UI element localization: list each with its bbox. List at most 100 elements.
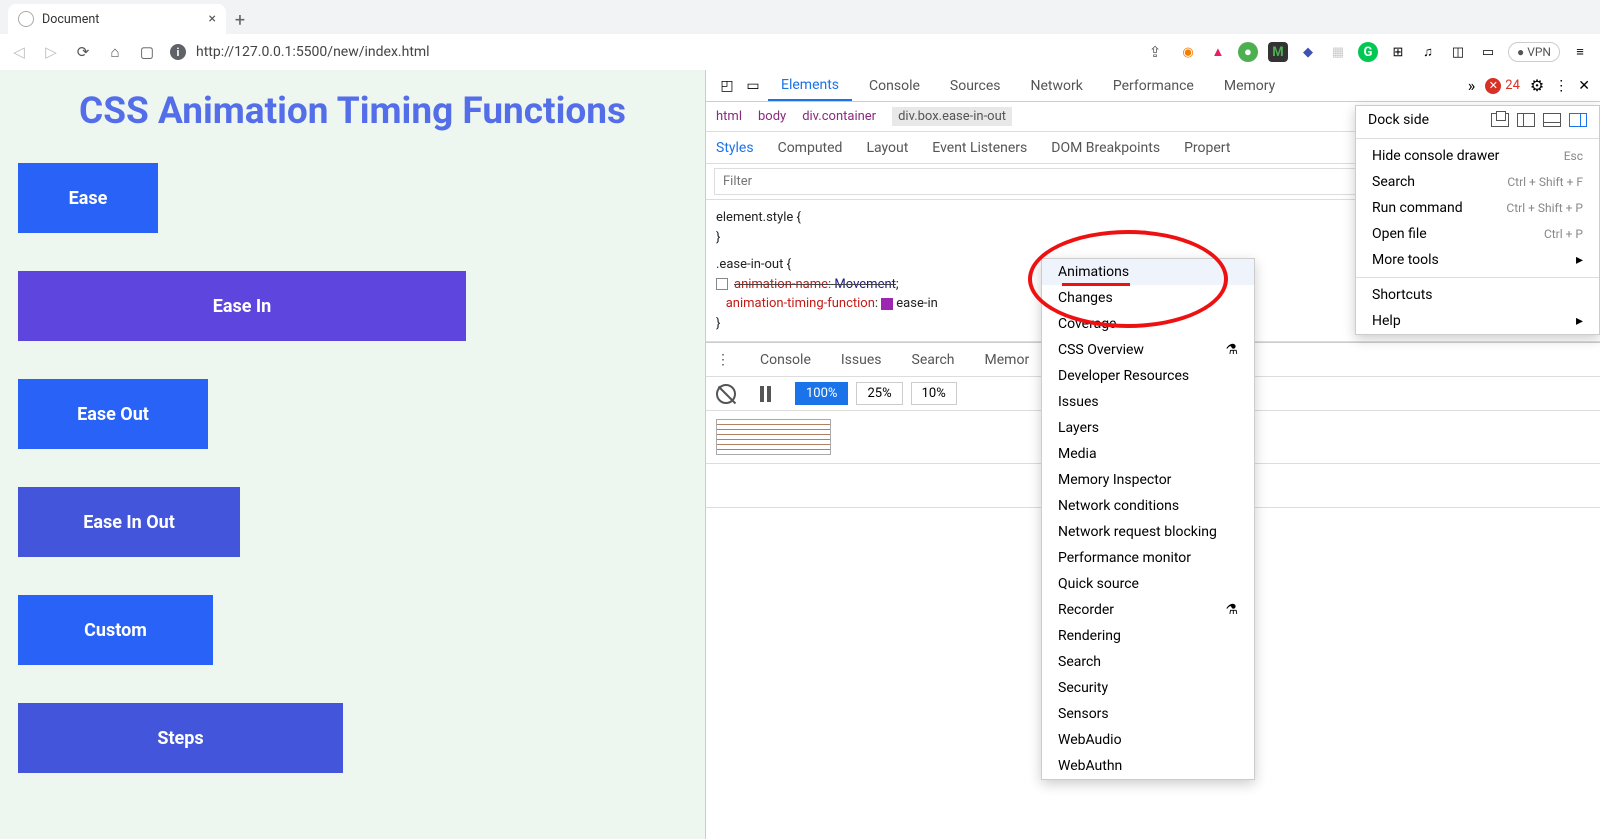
menu-open-file[interactable]: Open fileCtrl + P bbox=[1356, 221, 1599, 247]
speed-25-button[interactable]: 25% bbox=[856, 382, 902, 405]
devtools-menu-icon[interactable]: ⋮ bbox=[1554, 78, 1568, 94]
menu-dev-resources[interactable]: Developer Resources bbox=[1042, 363, 1254, 389]
info-icon[interactable]: i bbox=[170, 44, 186, 60]
menu-search[interactable]: Search bbox=[1042, 649, 1254, 675]
vpn-badge[interactable]: ● VPN bbox=[1508, 42, 1560, 62]
chevron-right-icon: ▸ bbox=[1576, 313, 1583, 329]
menu-memory-inspector[interactable]: Memory Inspector bbox=[1042, 467, 1254, 493]
menu-webaudio[interactable]: WebAudio bbox=[1042, 727, 1254, 753]
menu-rendering[interactable]: Rendering bbox=[1042, 623, 1254, 649]
devtools-panel: ◰ ▭ Elements Console Sources Network Per… bbox=[705, 70, 1600, 839]
bookmark-icon[interactable]: ▢ bbox=[138, 43, 156, 61]
menu-network-conditions[interactable]: Network conditions bbox=[1042, 493, 1254, 519]
drawer-tab-search[interactable]: Search bbox=[912, 352, 955, 368]
styles-tab-dom-bp[interactable]: DOM Breakpoints bbox=[1051, 140, 1160, 156]
box-ease: Ease bbox=[18, 163, 158, 233]
tab-sources[interactable]: Sources bbox=[937, 72, 1014, 100]
dock-side-row: Dock side bbox=[1356, 106, 1599, 134]
menu-webauthn[interactable]: WebAuthn bbox=[1042, 753, 1254, 779]
styles-tab-properties[interactable]: Propert bbox=[1184, 140, 1230, 156]
grammarly-icon[interactable]: G bbox=[1358, 42, 1378, 62]
crumb-body[interactable]: body bbox=[758, 109, 786, 124]
forward-icon[interactable]: ▷ bbox=[42, 43, 60, 61]
tab-memory[interactable]: Memory bbox=[1211, 72, 1288, 100]
crumb-selected[interactable]: div.box.ease-in-out bbox=[892, 107, 1012, 126]
extensions-menu-icon[interactable]: ⊞ bbox=[1388, 42, 1408, 62]
new-tab-button[interactable]: + bbox=[226, 6, 254, 34]
tab-elements[interactable]: Elements bbox=[768, 71, 852, 101]
menu-media[interactable]: Media bbox=[1042, 441, 1254, 467]
menu-search[interactable]: SearchCtrl + Shift + F bbox=[1356, 169, 1599, 195]
menu-hide-drawer[interactable]: Hide console drawerEsc bbox=[1356, 143, 1599, 169]
browser-chrome: Document × + ◁ ▷ ⟳ ⌂ ▢ i http://127.0.0.… bbox=[0, 0, 1600, 70]
extension-icon-5[interactable]: ▦ bbox=[1328, 42, 1348, 62]
dock-left-icon[interactable] bbox=[1517, 113, 1535, 127]
styles-tab-styles[interactable]: Styles bbox=[716, 140, 754, 156]
inspect-element-icon[interactable]: ◰ bbox=[716, 75, 738, 97]
extension-icon-1[interactable]: ▲ bbox=[1208, 42, 1228, 62]
menu-more-tools[interactable]: More tools▸ bbox=[1356, 247, 1599, 273]
cubic-bezier-swatch-icon[interactable] bbox=[881, 298, 893, 310]
styles-tab-computed[interactable]: Computed bbox=[778, 140, 843, 156]
page-viewport: CSS Animation Timing Functions Ease Ease… bbox=[0, 70, 705, 839]
menu-coverage[interactable]: Coverage bbox=[1042, 311, 1254, 337]
menu-security[interactable]: Security bbox=[1042, 675, 1254, 701]
tab-console[interactable]: Console bbox=[856, 72, 933, 100]
menu-css-overview[interactable]: CSS Overview⚗ bbox=[1042, 337, 1254, 363]
hamburger-menu-icon[interactable]: ≡ bbox=[1570, 42, 1590, 62]
share-icon[interactable]: ⇪ bbox=[1146, 43, 1164, 61]
tab-network[interactable]: Network bbox=[1018, 72, 1096, 100]
crumb-container[interactable]: div.container bbox=[802, 109, 876, 124]
menu-layers[interactable]: Layers bbox=[1042, 415, 1254, 441]
menu-animations[interactable]: Animations bbox=[1042, 259, 1254, 285]
devtools-close-icon[interactable]: ✕ bbox=[1578, 78, 1590, 94]
devtools-tab-bar: ◰ ▭ Elements Console Sources Network Per… bbox=[706, 70, 1600, 102]
speed-10-button[interactable]: 10% bbox=[911, 382, 957, 405]
sidebar-icon[interactable]: ◫ bbox=[1448, 42, 1468, 62]
styles-tab-listeners[interactable]: Event Listeners bbox=[932, 140, 1027, 156]
url-bar[interactable]: i http://127.0.0.1:5500/new/index.html bbox=[170, 44, 1132, 60]
tab-performance[interactable]: Performance bbox=[1100, 72, 1207, 100]
menu-recorder[interactable]: Recorder⚗ bbox=[1042, 597, 1254, 623]
menu-changes[interactable]: Changes bbox=[1042, 285, 1254, 311]
animation-thumbnail[interactable] bbox=[716, 419, 831, 455]
browser-tab[interactable]: Document × bbox=[8, 4, 226, 34]
crumb-html[interactable]: html bbox=[716, 109, 742, 124]
rule-checkbox[interactable] bbox=[716, 278, 728, 290]
annotation-underline bbox=[1062, 283, 1130, 286]
menu-issues[interactable]: Issues bbox=[1042, 389, 1254, 415]
device-toggle-icon[interactable]: ▭ bbox=[742, 75, 764, 97]
drawer-tab-memory[interactable]: Memor bbox=[985, 352, 1030, 368]
settings-gear-icon[interactable]: ⚙ bbox=[1530, 76, 1544, 95]
extension-icon-3[interactable]: M bbox=[1268, 42, 1288, 62]
back-icon[interactable]: ◁ bbox=[10, 43, 28, 61]
menu-network-blocking[interactable]: Network request blocking bbox=[1042, 519, 1254, 545]
tabs-overflow-icon[interactable]: » bbox=[1468, 76, 1476, 95]
close-tab-icon[interactable]: × bbox=[209, 11, 216, 27]
menu-quick-source[interactable]: Quick source bbox=[1042, 571, 1254, 597]
extension-icon-2[interactable]: ● bbox=[1238, 42, 1258, 62]
menu-help[interactable]: Help▸ bbox=[1356, 308, 1599, 334]
error-badge[interactable]: ✕24 bbox=[1485, 78, 1520, 94]
clear-animations-icon[interactable] bbox=[716, 384, 736, 404]
drawer-tab-issues[interactable]: Issues bbox=[841, 352, 882, 368]
menu-sensors[interactable]: Sensors bbox=[1042, 701, 1254, 727]
reload-icon[interactable]: ⟳ bbox=[74, 43, 92, 61]
dock-right-icon[interactable] bbox=[1569, 113, 1587, 127]
devtools-settings-menu: Dock side Hide console drawerEsc SearchC… bbox=[1355, 105, 1600, 335]
home-icon[interactable]: ⌂ bbox=[106, 43, 124, 61]
brave-shield-icon[interactable]: ◉ bbox=[1178, 42, 1198, 62]
dock-bottom-icon[interactable] bbox=[1543, 113, 1561, 127]
drawer-menu-icon[interactable]: ⋮ bbox=[716, 352, 730, 368]
wallet-icon[interactable]: ▭ bbox=[1478, 42, 1498, 62]
styles-tab-layout[interactable]: Layout bbox=[866, 140, 908, 156]
menu-shortcuts[interactable]: Shortcuts bbox=[1356, 282, 1599, 308]
extension-icon-4[interactable]: ◆ bbox=[1298, 42, 1318, 62]
drawer-tab-console[interactable]: Console bbox=[760, 352, 811, 368]
music-icon[interactable]: ♫ bbox=[1418, 42, 1438, 62]
menu-run-command[interactable]: Run commandCtrl + Shift + P bbox=[1356, 195, 1599, 221]
menu-performance-monitor[interactable]: Performance monitor bbox=[1042, 545, 1254, 571]
pause-icon[interactable] bbox=[760, 386, 771, 402]
dock-undock-icon[interactable] bbox=[1491, 113, 1509, 127]
speed-100-button[interactable]: 100% bbox=[795, 382, 848, 405]
